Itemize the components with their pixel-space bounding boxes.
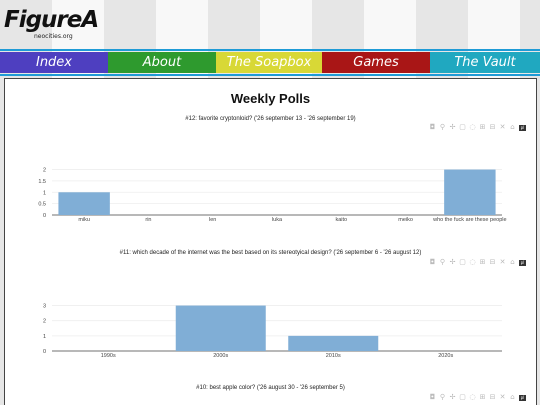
- box-select-icon[interactable]: ▢: [459, 124, 466, 131]
- camera-icon[interactable]: ◘: [429, 124, 436, 131]
- reset-icon[interactable]: ⌂: [509, 124, 516, 131]
- y-tick-label: 1: [43, 190, 46, 196]
- pan-icon[interactable]: ✢: [449, 394, 456, 401]
- main-nav: Index About The Soapbox Games The Vault: [0, 52, 540, 73]
- autoscale-icon[interactable]: ✕: [499, 394, 506, 401]
- x-tick-label: kaito: [335, 217, 347, 223]
- poll-title-11: #11: which decade of the internet was th…: [119, 250, 422, 256]
- y-tick-label: 0: [43, 213, 46, 219]
- nav-item-the-soapbox[interactable]: The Soapbox: [216, 52, 322, 73]
- zoom-in-icon[interactable]: ⊞: [479, 124, 486, 131]
- zoom-in-icon[interactable]: ⊞: [479, 259, 486, 266]
- site-logo[interactable]: FigureA neocities.org: [4, 6, 99, 46]
- nav-item-the-vault[interactable]: The Vault: [430, 52, 540, 73]
- x-tick-label: miku: [78, 217, 90, 223]
- chart-toolbar-12: ◘ ⚲ ✢ ▢ ◌ ⊞ ⊟ ✕ ⌂ pl: [429, 124, 526, 131]
- poll-title-12: #12: favorite cryptonloid? ('26 septembe…: [185, 116, 356, 122]
- reset-icon[interactable]: ⌂: [509, 394, 516, 401]
- y-tick-label: 1: [43, 334, 46, 340]
- nav-bottom-rule: [0, 74, 540, 76]
- x-tick-label: rin: [145, 217, 151, 223]
- lasso-icon[interactable]: ◌: [469, 394, 476, 401]
- y-tick-label: 3: [43, 304, 46, 310]
- nav-item-index[interactable]: Index: [0, 52, 108, 73]
- camera-icon[interactable]: ◘: [429, 259, 436, 266]
- y-tick-label: 2: [43, 319, 46, 325]
- x-tick-label: 2000s: [213, 353, 228, 359]
- plotly-logo-icon[interactable]: pl: [519, 259, 526, 266]
- y-tick-label: 0: [43, 349, 46, 355]
- x-tick-label: len: [209, 217, 216, 223]
- zoom-out-icon[interactable]: ⊟: [489, 394, 496, 401]
- y-tick-label: 2: [43, 168, 46, 174]
- page-title: Weekly Polls: [230, 91, 311, 106]
- bar-2010s[interactable]: [288, 335, 379, 351]
- zoom-icon[interactable]: ⚲: [439, 259, 446, 266]
- y-tick-label: 0.5: [38, 202, 46, 208]
- box-select-icon[interactable]: ▢: [459, 394, 466, 401]
- x-tick-label: who the fuck are these people: [432, 217, 506, 223]
- poll-title-10: #10: best apple color? ('26 august 30 - …: [196, 385, 345, 391]
- zoom-icon[interactable]: ⚲: [439, 124, 446, 131]
- site-header: FigureA neocities.org: [0, 0, 540, 50]
- autoscale-icon[interactable]: ✕: [499, 124, 506, 131]
- poll-chart-12: 0 0.5 1 1.5 2 miku rin len luka kaito meiko who the…: [38, 168, 506, 223]
- plotly-logo-icon[interactable]: pl: [519, 394, 526, 401]
- x-tick-label: 2010s: [326, 353, 341, 359]
- autoscale-icon[interactable]: ✕: [499, 259, 506, 266]
- nav-item-games[interactable]: Games: [322, 52, 430, 73]
- x-tick-label: luka: [272, 217, 283, 223]
- x-tick-label: 2020s: [438, 353, 453, 359]
- chart-toolbar-11: ◘ ⚲ ✢ ▢ ◌ ⊞ ⊟ ✕ ⌂ pl: [429, 259, 526, 266]
- reset-icon[interactable]: ⌂: [509, 259, 516, 266]
- bar-2000s[interactable]: [175, 305, 266, 351]
- nav-item-about[interactable]: About: [108, 52, 216, 73]
- camera-icon[interactable]: ◘: [429, 394, 436, 401]
- nav-top-rule: [0, 49, 540, 51]
- bar-who-the-fuck-are-these-people[interactable]: [444, 169, 496, 215]
- pan-icon[interactable]: ✢: [449, 124, 456, 131]
- lasso-icon[interactable]: ◌: [469, 259, 476, 266]
- zoom-in-icon[interactable]: ⊞: [479, 394, 486, 401]
- box-select-icon[interactable]: ▢: [459, 259, 466, 266]
- polls-panel: Weekly Polls #12: favorite cryptonloid? …: [4, 78, 537, 405]
- zoom-icon[interactable]: ⚲: [439, 394, 446, 401]
- logo-text: FigureA: [4, 7, 99, 33]
- zoom-out-icon[interactable]: ⊟: [489, 259, 496, 266]
- x-tick-label: meiko: [398, 217, 413, 223]
- pan-icon[interactable]: ✢: [449, 259, 456, 266]
- zoom-out-icon[interactable]: ⊟: [489, 124, 496, 131]
- chart-toolbar-10: ◘ ⚲ ✢ ▢ ◌ ⊞ ⊟ ✕ ⌂ pl: [429, 394, 526, 401]
- x-tick-label: 1990s: [101, 353, 116, 359]
- y-tick-label: 1.5: [38, 179, 46, 185]
- bar-miku[interactable]: [58, 192, 110, 215]
- poll-chart-11: 0 1 2 3 1990s 2000s 2010s 2020s: [43, 304, 502, 359]
- lasso-icon[interactable]: ◌: [469, 124, 476, 131]
- plotly-logo-icon[interactable]: pl: [519, 124, 526, 131]
- logo-subtext: neocities.org: [34, 33, 73, 40]
